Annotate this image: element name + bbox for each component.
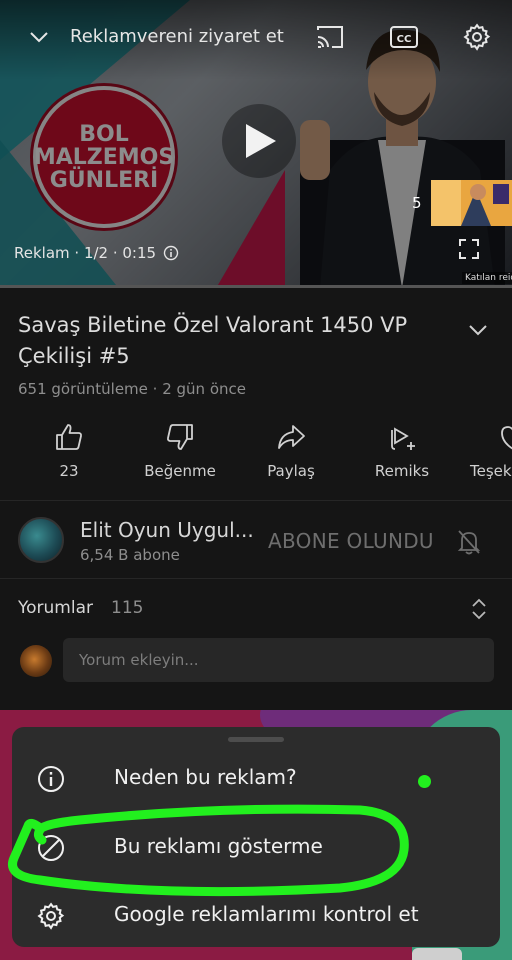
- next-video-thumbnail[interactable]: [431, 180, 512, 226]
- sheet-drag-handle[interactable]: [228, 737, 284, 742]
- divider: [0, 578, 512, 579]
- fullscreen-icon[interactable]: [458, 238, 480, 260]
- notifications-off-bell-icon[interactable]: [456, 528, 482, 556]
- remix-icon: [391, 427, 415, 450]
- play-icon: [246, 124, 276, 158]
- dislike-label: Beğenme: [144, 462, 216, 480]
- cast-icon[interactable]: [315, 24, 345, 50]
- comments-title[interactable]: Yorumlar: [18, 598, 93, 618]
- video-title[interactable]: Savaş Biletine Özel Valorant 1450 VP Çek…: [18, 310, 438, 372]
- annotation-highlight-scribble: [8, 804, 409, 897]
- ad-progress-label: Reklam · 1/2 · 0:15: [14, 244, 157, 262]
- skip-countdown: 5: [412, 194, 422, 212]
- share-button[interactable]: Paylaş: [246, 422, 336, 480]
- expand-description-icon[interactable]: [466, 318, 490, 342]
- comments-count: 115: [111, 598, 144, 618]
- svg-text:CC: CC: [397, 34, 412, 45]
- like-count: 23: [59, 462, 79, 480]
- dislike-button[interactable]: Beğenme: [135, 422, 225, 480]
- play-button[interactable]: [222, 104, 296, 178]
- remix-button[interactable]: Remiks: [357, 422, 447, 480]
- thanks-icon: [501, 426, 512, 450]
- video-player[interactable]: BOL MALZEMOS GÜNLERİ Reklamvereni ziyare…: [0, 0, 512, 288]
- ad-info-icon[interactable]: [163, 245, 179, 261]
- thanks-button[interactable]: Teşek: [452, 422, 512, 480]
- video-meta: 651 görüntüleme · 2 gün önce: [18, 380, 246, 398]
- subscribed-button[interactable]: ABONE OLUNDU: [268, 529, 434, 553]
- comment-input[interactable]: Yorum ekleyin...: [63, 638, 494, 682]
- share-label: Paylaş: [267, 462, 315, 480]
- thumbnail-image: [431, 180, 512, 226]
- divider: [0, 500, 512, 501]
- like-button[interactable]: 23: [24, 422, 114, 480]
- user-avatar: [20, 645, 52, 677]
- channel-avatar[interactable]: [18, 517, 64, 563]
- thumbnail-caption: Katılan reid: [462, 272, 512, 284]
- remix-label: Remiks: [374, 462, 430, 480]
- thumbs-down-icon: [167, 424, 193, 450]
- share-icon: [278, 425, 305, 449]
- settings-gear-icon[interactable]: [462, 22, 492, 52]
- visit-advertiser-link[interactable]: Reklamvereni ziyaret et: [70, 26, 284, 47]
- channel-name[interactable]: Elit Oyun Uygul...: [80, 518, 254, 542]
- thanks-label: Teşek: [470, 462, 512, 480]
- channel-subscriber-count: 6,54 B abone: [80, 546, 180, 564]
- chevron-down-icon[interactable]: [28, 26, 50, 48]
- captions-icon[interactable]: CC: [389, 24, 419, 50]
- thumbs-up-icon: [56, 424, 82, 450]
- expand-collapse-icon[interactable]: [470, 598, 488, 620]
- background-item-peek: [412, 948, 462, 960]
